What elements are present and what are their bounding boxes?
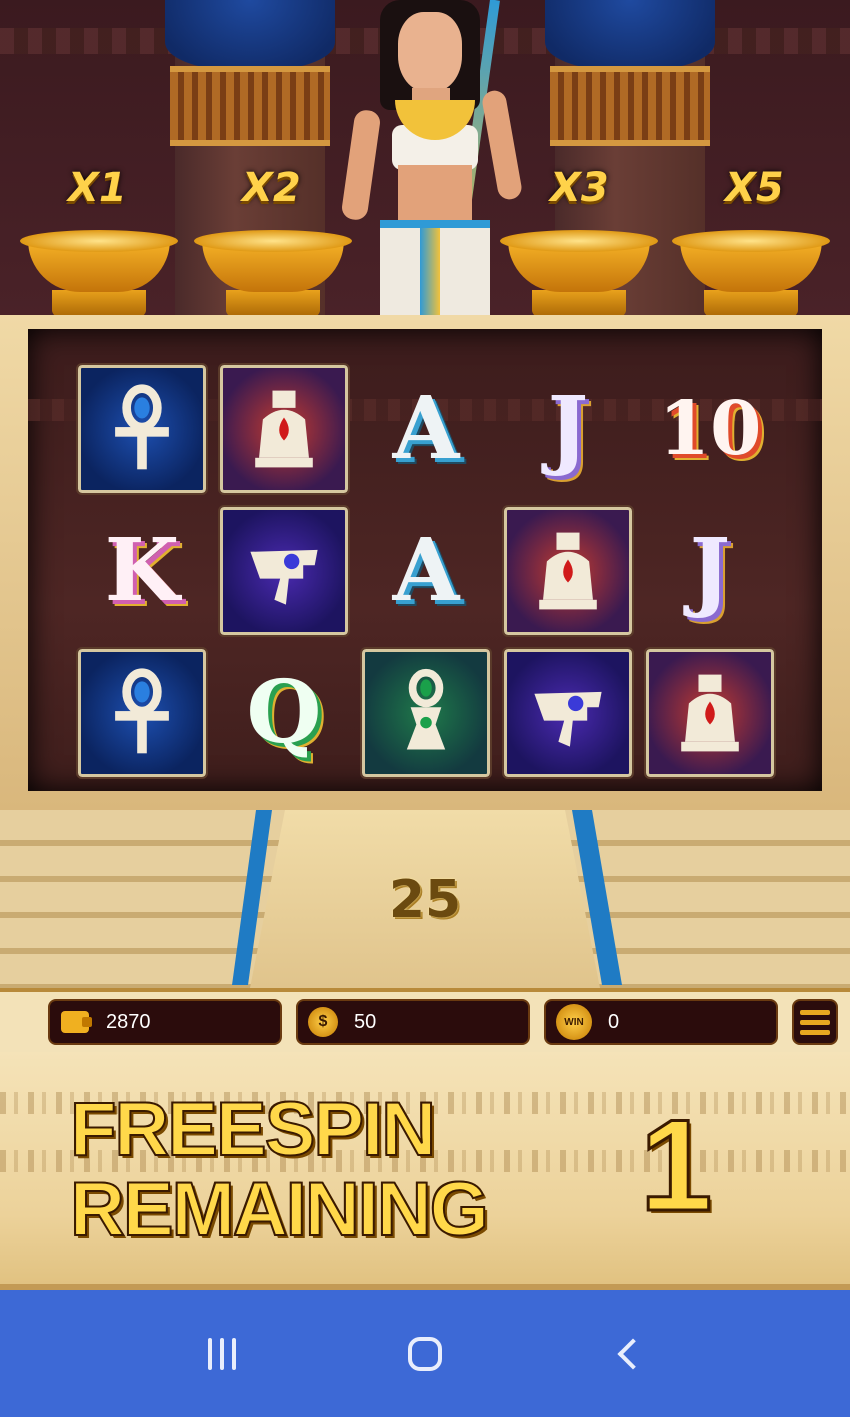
symbol-letter-a: A <box>392 378 460 479</box>
golden-bowl-2 <box>194 230 352 325</box>
reel-symbol-A: A <box>362 365 490 493</box>
reel-symbol-vase <box>218 363 350 495</box>
freespin-line1: FREESPIN <box>69 1087 437 1172</box>
wallet-icon <box>60 1007 92 1037</box>
multiplier-x2: X2 <box>242 165 301 211</box>
multiplier-x5: X5 <box>725 165 784 211</box>
symbol-letter-q: Q <box>246 662 322 763</box>
reel-window: A J 10 K A J Q <box>28 329 822 791</box>
eye-of-horus-icon <box>534 691 602 747</box>
game-scene: X1 X2 X3 X5 A J 10 K A J Q 25 2870 $ 50 WIN 0 <box>0 0 850 1290</box>
hud-bar: 2870 $ 50 WIN 0 <box>0 988 850 1052</box>
win-display: WIN 0 <box>544 999 778 1045</box>
reel-grid: A J 10 K A J Q <box>76 363 790 780</box>
back-button[interactable] <box>593 1319 663 1389</box>
symbol-letter-a: A <box>392 520 460 621</box>
multiplier-x3: X3 <box>550 165 609 211</box>
multiplier-x1: X1 <box>68 165 127 211</box>
reel-symbol-vase <box>644 647 776 779</box>
symbol-letter-k: K <box>104 520 180 621</box>
reel-symbol-amulet <box>360 647 492 779</box>
bet-value: 50 <box>354 1010 377 1033</box>
reel-symbol-vase <box>502 505 634 637</box>
golden-bowl-4 <box>672 230 830 325</box>
menu-button[interactable] <box>792 999 838 1045</box>
ankh-icon <box>115 384 169 470</box>
back-icon <box>617 1337 649 1370</box>
reel-symbol-J: J <box>504 365 632 493</box>
recents-button[interactable] <box>187 1319 257 1389</box>
android-nav-bar <box>0 1290 850 1417</box>
bet-selector[interactable]: $ 50 <box>296 999 530 1045</box>
eye-of-horus-icon <box>250 549 318 605</box>
vase-icon <box>539 532 597 610</box>
reel-frame: A J 10 K A J Q <box>0 315 850 810</box>
vase-icon <box>681 674 739 752</box>
bet-display: 25 <box>388 870 462 930</box>
golden-bowl-1 <box>20 230 178 325</box>
win-value: 0 <box>608 1010 620 1033</box>
symbol-letter-j: J <box>547 378 589 479</box>
balance-display: 2870 <box>48 999 282 1045</box>
symbol-letter-j: J <box>689 520 731 621</box>
home-icon <box>407 1336 442 1371</box>
recents-icon <box>207 1337 236 1370</box>
golden-bowl-3 <box>500 230 658 325</box>
reel-symbol-10: 10 <box>646 365 774 493</box>
win-icon: WIN <box>556 1004 592 1040</box>
reel-symbol-J: J <box>646 507 774 635</box>
freespin-count: 1 <box>639 1092 714 1238</box>
reel-symbol-K: K <box>78 507 206 635</box>
home-button[interactable] <box>390 1319 460 1389</box>
coin-icon: $ <box>308 1007 338 1037</box>
reel-symbol-ankh <box>76 363 208 495</box>
balance-value: 2870 <box>106 1010 151 1033</box>
freespin-line2: REMAINING <box>69 1167 490 1252</box>
reel-symbol-Q: Q <box>220 649 348 777</box>
symbol-letter-10: 10 <box>658 386 762 472</box>
amulet-icon <box>406 668 446 750</box>
reel-symbol-eye-of-horus <box>502 647 634 779</box>
menu-icon <box>800 1009 830 1015</box>
reel-symbol-ankh <box>76 647 208 779</box>
freespin-title: FREESPIN REMAINING <box>69 1087 570 1252</box>
ankh-icon <box>115 668 169 754</box>
reel-symbol-A: A <box>362 507 490 635</box>
reel-symbol-eye-of-horus <box>218 505 350 637</box>
vase-icon <box>255 390 313 468</box>
